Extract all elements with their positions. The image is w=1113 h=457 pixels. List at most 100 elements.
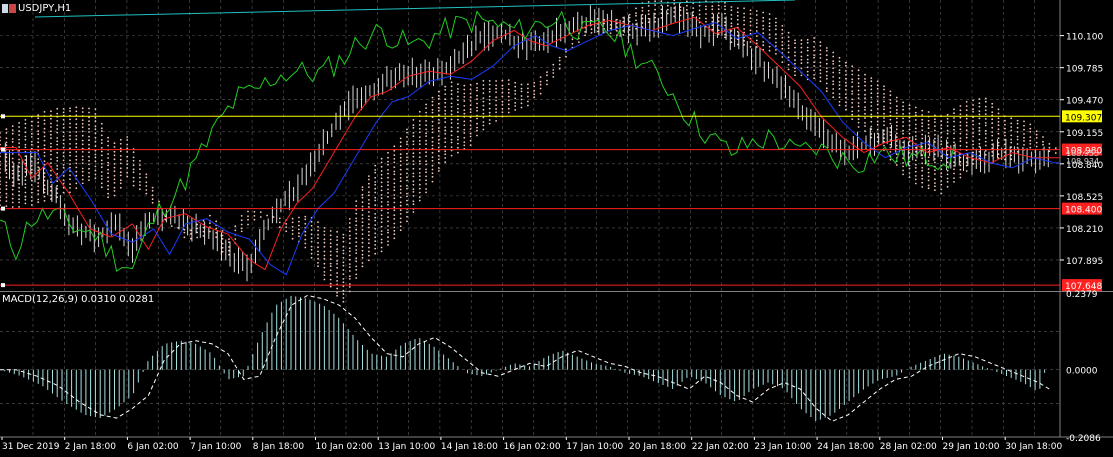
cloud-dot (940, 188, 943, 191)
level-anchor[interactable] (1, 283, 5, 288)
cloud-dot (88, 172, 90, 174)
level-anchor[interactable] (1, 114, 5, 119)
cloud-dot (253, 210, 256, 213)
cloud-dot (876, 84, 879, 87)
cloud-dot (895, 109, 898, 111)
cloud-dot (62, 135, 65, 138)
horizontal-levels[interactable]: 109.307108.980108.400107.648 (0, 110, 1102, 292)
cloud-dot (37, 182, 40, 184)
cloud-dot (113, 166, 116, 169)
cloud-dot (412, 180, 415, 183)
cloud-dot (132, 180, 135, 183)
cloud-dot (457, 88, 459, 90)
cloud-dot (348, 234, 351, 237)
trend-line[interactable] (34, 0, 796, 18)
cloud-dot (876, 95, 879, 98)
cloud-dot (425, 160, 427, 163)
cloud-dot (393, 218, 396, 220)
cloud-dot (908, 107, 911, 110)
cloud-dot (978, 122, 981, 125)
cloud-dot (94, 128, 97, 131)
cloud-dot (348, 230, 351, 233)
cloud-dot (488, 122, 491, 125)
cloud-dot (870, 120, 873, 123)
cloud-dot (851, 81, 854, 83)
cloud-dot (476, 82, 478, 85)
cloud-dot (399, 177, 402, 179)
cloud-dot (444, 126, 447, 128)
cloud-dot (374, 204, 377, 207)
cloud-dot (800, 62, 803, 65)
cloud-dot (113, 186, 116, 189)
cloud-dot (755, 14, 758, 16)
cloud-dot (43, 131, 46, 134)
cloud-dot (940, 183, 943, 186)
cloud-dot (832, 80, 835, 83)
cloud-dot (100, 122, 103, 125)
cloud-dot (794, 59, 796, 61)
cloud-dot (768, 33, 771, 36)
cloud-dot (469, 135, 472, 138)
cloud-dot (323, 250, 326, 253)
usdjpy-chart[interactable]: 109.307108.980108.400107.648 110.100109.… (0, 0, 1113, 457)
cloud-dot (921, 174, 924, 177)
cloud-dot (927, 171, 930, 174)
cloud-dot (94, 108, 97, 110)
cloud-dot (813, 74, 815, 76)
cloud-dot (88, 143, 90, 146)
cloud-dot (546, 74, 548, 77)
cloud-dot (437, 122, 440, 124)
cloud-dot (895, 153, 898, 156)
cloud-dot (921, 118, 924, 121)
cloud-dot (743, 7, 745, 10)
level-anchor[interactable] (1, 147, 5, 152)
cloud-dot (507, 79, 510, 81)
cloud-dot (30, 133, 33, 135)
cloud-dot (444, 117, 447, 120)
cloud-dot (501, 87, 504, 90)
cloud-dot (730, 22, 733, 25)
cloud-dot (864, 122, 866, 124)
cloud-dot (781, 28, 784, 31)
cloud-dot (0, 143, 1, 146)
cloud-dot (965, 136, 968, 139)
cloud-dot (126, 139, 129, 141)
cloud-dot (393, 182, 396, 185)
cloud-dot (431, 164, 434, 167)
cloud-dot (406, 140, 408, 143)
cloud-dot (374, 216, 377, 219)
cloud-dot (482, 92, 485, 94)
cloud-dot (75, 158, 78, 161)
cloud-dot (864, 89, 866, 92)
level-anchor[interactable] (1, 206, 5, 211)
cloud-dot (762, 20, 765, 22)
cloud-dot (24, 122, 27, 125)
cloud-dot (984, 113, 987, 115)
cloud-dot (444, 150, 447, 153)
cloud-dot (635, 12, 637, 15)
cloud-dot (119, 179, 122, 182)
price-tick-label: 110.100 (1066, 33, 1103, 43)
cloud-dot (425, 175, 427, 178)
cloud-dot (75, 182, 78, 185)
cloud-dot (762, 24, 765, 27)
cloud-dot (927, 175, 930, 178)
cloud-dot (323, 266, 326, 269)
cloud-dot (927, 168, 930, 170)
cloud-dot (43, 151, 46, 154)
cloud-dot (126, 151, 129, 153)
cloud-dot (749, 9, 752, 12)
cloud-dot (1010, 134, 1013, 137)
cloud-dot (857, 93, 860, 96)
cloud-dot (495, 87, 497, 90)
cloud-dot (946, 185, 949, 188)
cloud-dot (202, 220, 205, 222)
cloud-dot (876, 128, 879, 131)
cloud-dot (927, 111, 930, 113)
cloud-dot (418, 131, 421, 134)
cloud-dot (247, 210, 249, 213)
cloud-dot (329, 230, 332, 232)
cloud-dot (781, 25, 784, 27)
cloud-dot (991, 118, 994, 121)
cloud-dot (69, 138, 71, 141)
